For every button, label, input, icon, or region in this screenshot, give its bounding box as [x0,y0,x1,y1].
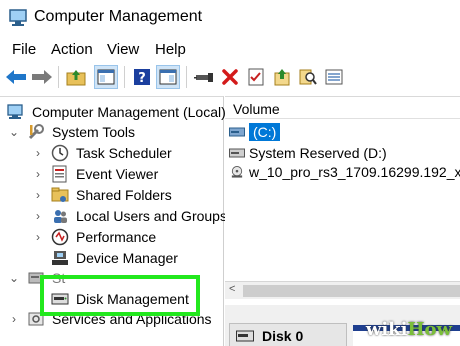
tree-system-tools[interactable]: ⌄ System Tools [8,121,135,142]
search-icon[interactable] [296,65,320,89]
event-viewer-icon [50,165,70,183]
volume-label: (C:) [249,123,281,141]
tree-item-local-users[interactable]: › Local Users and Groups [32,205,227,226]
volume-label: System Reserved (D:) [249,145,387,161]
tree-item-label: Device Manager [76,249,178,266]
column-header-volume[interactable]: Volume [225,97,460,119]
console-view-icon[interactable] [156,65,180,89]
tree-item-label: Shared Folders [76,186,172,203]
properties-icon[interactable] [244,65,268,89]
chevron-right-icon[interactable]: › [32,209,44,223]
toolbar: ? [0,62,460,92]
scroll-left-icon[interactable]: < [229,283,235,295]
disk-label: Disk 0 [262,328,304,344]
users-icon [50,207,70,225]
back-arrow-icon[interactable] [4,65,28,89]
tree-system-tools-label: System Tools [52,123,135,140]
optical-disc-icon [231,166,243,178]
tree-item-label: Task Scheduler [76,144,172,161]
help-icon[interactable]: ? [130,65,154,89]
volume-label: w_10_pro_rs3_1709.16299.192_x86 [249,164,460,180]
computer-management-icon [9,9,27,26]
window-title: Computer Management [34,8,203,25]
menu-file[interactable]: File [12,41,36,58]
chevron-down-icon[interactable]: ⌄ [8,271,20,285]
device-manager-icon [50,249,70,267]
up-folder-icon[interactable] [64,65,88,89]
svg-text:?: ? [138,71,146,86]
tree-item-task-scheduler[interactable]: › Task Scheduler [32,142,172,163]
export-icon[interactable] [270,65,294,89]
tree-item-device-manager[interactable]: Device Manager [32,247,178,268]
chevron-down-icon[interactable]: ⌄ [8,125,20,139]
performance-icon [50,228,70,246]
menu-view[interactable]: View [107,41,139,58]
tree-item-label: Local Users and Groups [76,207,227,224]
chevron-right-icon[interactable]: › [32,188,44,202]
menu-action[interactable]: Action [51,41,93,58]
tree-item-label: Event Viewer [76,165,159,182]
highlight-box [40,275,200,316]
tree-root[interactable]: Computer Management (Local) [6,101,226,122]
forward-arrow-icon[interactable] [30,65,54,89]
tree-item-performance[interactable]: › Performance [32,226,156,247]
tree-item-label: Performance [76,228,157,245]
delete-icon[interactable] [218,65,242,89]
drive-icon [229,148,245,158]
volume-row[interactable]: System Reserved (D:) [229,143,387,163]
chevron-right-icon[interactable]: › [8,312,20,326]
tree-item-event-viewer[interactable]: › Event Viewer [32,163,158,184]
tree-item-shared-folders[interactable]: › Shared Folders [32,184,172,205]
shared-folder-icon [50,186,70,204]
chevron-right-icon[interactable]: › [32,167,44,181]
menu-help[interactable]: Help [155,41,186,58]
volume-row[interactable]: (C:) [229,122,281,142]
chevron-right-icon[interactable]: › [32,146,44,160]
system-tools-icon [26,123,46,141]
details-icon[interactable] [322,65,346,89]
connect-icon[interactable] [192,65,216,89]
scrollbar-thumb[interactable] [243,285,460,297]
tree-root-label: Computer Management (Local) [32,103,226,120]
disk-0-box[interactable]: Disk 0 [229,323,347,346]
clock-icon [50,144,70,162]
menu-bar: File Action View Help [0,38,460,62]
chevron-right-icon[interactable]: › [32,230,44,244]
horizontal-scrollbar[interactable]: < [225,281,460,299]
watermark: wikiHow [365,319,452,340]
show-hide-tree-icon[interactable] [94,65,118,89]
volume-row[interactable]: w_10_pro_rs3_1709.16299.192_x86 [229,162,460,182]
disk-icon [236,330,254,342]
drive-icon [229,127,245,137]
title-bar: Computer Management [0,0,460,36]
volume-list-pane: Volume (C:) System Reserved (D:) w_10_pr… [225,96,460,346]
computer-management-icon [6,103,26,121]
